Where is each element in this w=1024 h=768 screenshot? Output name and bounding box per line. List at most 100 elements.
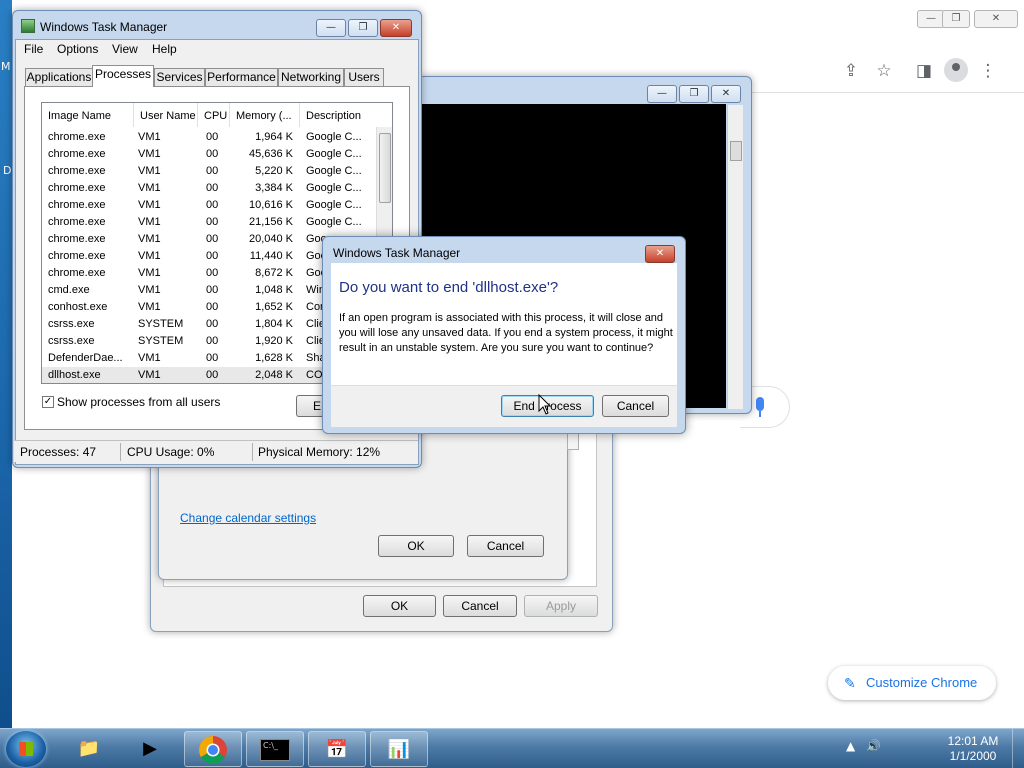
console-close-button[interactable]: ✕ [711, 85, 741, 103]
task-manager-app-icon [21, 19, 35, 33]
cell-name: csrss.exe [48, 318, 95, 330]
status-processes: Processes: 47 [20, 445, 97, 459]
cell-memory: 1,964 K [255, 131, 293, 143]
change-calendar-settings-link[interactable]: Change calendar settings [180, 511, 316, 525]
cell-name: chrome.exe [48, 267, 106, 279]
outer-apply-button[interactable]: Apply [524, 595, 598, 617]
volume-icon[interactable]: 🔊 [866, 739, 881, 753]
dialog-close-button[interactable]: ✕ [645, 245, 675, 263]
calendar-icon[interactable]: 📅 [308, 731, 366, 767]
windows-logo-icon [19, 742, 33, 756]
dialog-message: If an open program is associated with th… [339, 312, 673, 354]
cell-cpu: 00 [206, 199, 219, 211]
table-row[interactable]: chrome.exe VM1 00 5,220 K Google C... [42, 163, 376, 180]
cell-memory: 11,440 K [249, 250, 293, 262]
customize-chrome-button[interactable]: ✎ Customize Chrome [828, 666, 996, 700]
end-process-button-background[interactable]: E [296, 395, 324, 417]
cell-user: VM1 [138, 199, 161, 211]
cell-user: VM1 [138, 233, 161, 245]
share-icon[interactable]: ⇪ [839, 60, 863, 82]
chrome-close-button[interactable]: ✕ [974, 10, 1018, 28]
show-desktop-button[interactable] [1012, 729, 1024, 768]
column-cpu[interactable]: CPU [198, 103, 230, 127]
chrome-maximize-button[interactable]: ❐ [942, 10, 970, 28]
cell-name: DefenderDae... [48, 352, 123, 364]
inner-ok-button[interactable]: OK [378, 535, 454, 557]
cell-cpu: 00 [206, 284, 219, 296]
table-row[interactable]: chrome.exe VM1 00 45,636 K Google C... [42, 146, 376, 163]
build-watermark: 1 [1012, 697, 1019, 710]
tab-users[interactable]: Users [344, 68, 384, 86]
tab-applications[interactable]: Applications [25, 68, 93, 86]
console-maximize-button[interactable]: ❐ [679, 85, 709, 103]
cell-desc: Google C... [306, 165, 362, 177]
more-menu-icon[interactable]: ⋮ [976, 60, 1000, 82]
table-row[interactable]: chrome.exe VM1 00 1,964 K Google C... [42, 129, 376, 146]
menu-view[interactable]: View [112, 42, 138, 56]
show-all-users-checkbox[interactable]: ✓ [42, 396, 54, 408]
tm-close-button[interactable]: ✕ [380, 19, 412, 37]
cell-memory: 2,048 K [255, 369, 293, 381]
table-row[interactable]: chrome.exe VM1 00 3,384 K Google C... [42, 180, 376, 197]
cell-desc: Google C... [306, 216, 362, 228]
cell-name: chrome.exe [48, 131, 106, 143]
tab-networking[interactable]: Networking [278, 68, 344, 86]
menu-options[interactable]: Options [57, 42, 98, 56]
process-list-scroll-thumb[interactable] [379, 133, 391, 203]
inner-cancel-button[interactable]: Cancel [467, 535, 544, 557]
chrome-minimize-button[interactable]: — [917, 10, 945, 28]
media-player-icon[interactable]: ▶ [121, 731, 179, 767]
tab-performance[interactable]: Performance [205, 68, 278, 86]
console-scrollbar[interactable] [727, 105, 743, 409]
table-row[interactable]: chrome.exe VM1 00 10,616 K Google C... [42, 197, 376, 214]
cmd-icon[interactable]: C:\_ [246, 731, 304, 767]
cell-name: dllhost.exe [48, 369, 101, 381]
cell-user: SYSTEM [138, 335, 184, 347]
start-button[interactable] [6, 731, 46, 767]
desktop-icon-label[interactable]: D [3, 164, 11, 177]
tm-maximize-button[interactable]: ❐ [348, 19, 378, 37]
cell-name: csrss.exe [48, 335, 95, 347]
show-all-users-label: Show processes from all users [57, 395, 221, 409]
cell-cpu: 00 [206, 131, 219, 143]
cell-name: chrome.exe [48, 148, 106, 160]
system-clock[interactable]: 12:01 AM 1/1/2000 [942, 734, 1004, 764]
tab-services[interactable]: Services [154, 68, 205, 86]
console-scroll-thumb[interactable] [730, 141, 742, 161]
table-row[interactable]: chrome.exe VM1 00 21,156 K Google C... [42, 214, 376, 231]
cell-name: chrome.exe [48, 165, 106, 177]
explorer-icon[interactable]: 📁 [60, 731, 118, 767]
cell-memory: 8,672 K [255, 267, 293, 279]
star-icon[interactable]: ☆ [872, 60, 896, 82]
microphone-stand [759, 411, 761, 417]
show-hidden-icons-button[interactable]: ▲ [846, 739, 855, 753]
column-memory[interactable]: Memory (... [230, 103, 300, 127]
column-description[interactable]: Description [300, 103, 376, 127]
dialog-cancel-button[interactable]: Cancel [602, 395, 669, 417]
menu-file[interactable]: File [24, 42, 43, 56]
column-user-name[interactable]: User Name [134, 103, 198, 127]
chrome-icon[interactable] [184, 731, 242, 767]
cell-cpu: 00 [206, 369, 219, 381]
tab-processes[interactable]: Processes [92, 65, 154, 87]
cell-cpu: 00 [206, 182, 219, 194]
profile-icon[interactable] [944, 58, 968, 82]
tm-minimize-button[interactable]: — [316, 19, 346, 37]
cell-user: VM1 [138, 131, 161, 143]
task-manager-icon[interactable]: 📊 [370, 731, 428, 767]
cell-user: SYSTEM [138, 318, 184, 330]
cell-desc: Google C... [306, 148, 362, 160]
cell-user: VM1 [138, 250, 161, 262]
side-panel-icon[interactable]: ◨ [912, 60, 936, 82]
console-minimize-button[interactable]: — [647, 85, 677, 103]
status-separator [252, 443, 253, 461]
desktop-icon-label[interactable]: M [1, 60, 11, 73]
outer-cancel-button[interactable]: Cancel [443, 595, 517, 617]
dialog-title: Windows Task Manager [333, 246, 461, 260]
menu-help[interactable]: Help [152, 42, 177, 56]
outer-ok-button[interactable]: OK [363, 595, 436, 617]
cell-memory: 1,652 K [255, 301, 293, 313]
end-process-dialog: Windows Task Manager ✕ Do you want to en… [322, 236, 686, 434]
cell-desc: Google C... [306, 199, 362, 211]
cell-memory: 1,804 K [255, 318, 293, 330]
